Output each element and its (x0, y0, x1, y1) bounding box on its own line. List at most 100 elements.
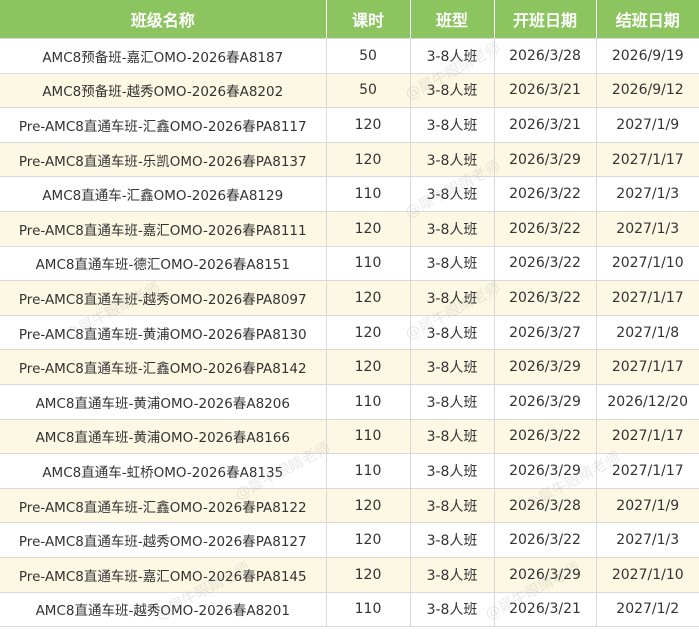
cell-class-type: 3-8人班 (410, 280, 495, 316)
table-row: AMC8直通车-汇鑫OMO-2026春A8129 110 3-8人班 2026/3/2… (0, 176, 699, 212)
cell-class-type: 3-8人班 (410, 107, 495, 143)
cell-end-date: 2027/1/3 (596, 211, 699, 247)
cell-end-date: 2027/1/10 (596, 557, 699, 593)
header-class-type: 班型 (410, 0, 495, 39)
cell-end-date: 2027/1/9 (596, 107, 699, 143)
cell-hours: 120 (326, 280, 411, 316)
table-row: Pre-AMC8直通车班-嘉汇OMO-2026春PA8111 120 3-8人班 20… (0, 211, 699, 247)
cell-start-date: 2026/3/29 (494, 453, 597, 489)
cell-start-date: 2026/3/21 (494, 73, 597, 109)
cell-start-date: 2026/3/22 (494, 246, 597, 282)
cell-start-date: 2026/3/21 (494, 592, 597, 628)
cell-class-type: 3-8人班 (410, 349, 495, 385)
cell-class-type: 3-8人班 (410, 142, 495, 178)
cell-class-type: 3-8人班 (410, 211, 495, 247)
cell-hours: 110 (326, 384, 411, 420)
cell-end-date: 2027/1/17 (596, 349, 699, 385)
table-row: AMC8直通车班-黄浦OMO-2026春A8166 110 3-8人班 2026/3/… (0, 419, 699, 455)
table-row: AMC8直通车班-黄浦OMO-2026春A8206 110 3-8人班 2026/3/… (0, 384, 699, 420)
cell-class-name: Pre-AMC8直通车班-越秀OMO-2026春PA8097 (0, 280, 327, 316)
cell-hours: 110 (326, 419, 411, 455)
cell-class-name: AMC8直通车班-德汇OMO-2026春A8151 (0, 246, 327, 282)
header-hours: 课时 (326, 0, 411, 39)
cell-end-date: 2027/1/17 (596, 419, 699, 455)
table-row: AMC8直通车班-越秀OMO-2026春A8201 110 3-8人班 2026/3/… (0, 592, 699, 628)
cell-class-name: Pre-AMC8直通车班-汇鑫OMO-2026春PA8117 (0, 107, 327, 143)
cell-class-name: Pre-AMC8直通车班-汇鑫OMO-2026春PA8142 (0, 349, 327, 385)
cell-start-date: 2026/3/28 (494, 38, 597, 74)
cell-class-type: 3-8人班 (410, 557, 495, 593)
cell-end-date: 2027/1/3 (596, 176, 699, 212)
cell-end-date: 2026/12/20 (596, 384, 699, 420)
cell-hours: 120 (326, 142, 411, 178)
table-row: AMC8预备班-越秀OMO-2026春A8202 50 3-8人班 2026/3/21… (0, 73, 699, 109)
cell-end-date: 2027/1/2 (596, 592, 699, 628)
cell-class-type: 3-8人班 (410, 246, 495, 282)
cell-hours: 110 (326, 176, 411, 212)
table-row: AMC8预备班-嘉汇OMO-2026春A8187 50 3-8人班 2026/3/28… (0, 38, 699, 74)
cell-start-date: 2026/3/22 (494, 211, 597, 247)
cell-end-date: 2027/1/17 (596, 453, 699, 489)
table-row: AMC8直通车班-德汇OMO-2026春A8151 110 3-8人班 2026/3/… (0, 246, 699, 282)
cell-class-name: AMC8直通车班-越秀OMO-2026春A8201 (0, 592, 327, 628)
cell-start-date: 2026/3/29 (494, 557, 597, 593)
cell-hours: 120 (326, 315, 411, 351)
cell-class-type: 3-8人班 (410, 176, 495, 212)
cell-class-name: AMC8预备班-越秀OMO-2026春A8202 (0, 73, 327, 109)
header-end-date: 结班日期 (596, 0, 699, 39)
cell-start-date: 2026/3/28 (494, 488, 597, 524)
cell-class-type: 3-8人班 (410, 419, 495, 455)
cell-end-date: 2027/1/17 (596, 142, 699, 178)
cell-class-name: AMC8直通车班-黄浦OMO-2026春A8166 (0, 419, 327, 455)
cell-class-type: 3-8人班 (410, 488, 495, 524)
cell-end-date: 2027/1/17 (596, 280, 699, 316)
cell-class-name: AMC8直通车-虹桥OMO-2026春A8135 (0, 453, 327, 489)
cell-class-name: Pre-AMC8直通车班-越秀OMO-2026春PA8127 (0, 522, 327, 558)
cell-class-name: Pre-AMC8直通车班-汇鑫OMO-2026春PA8122 (0, 488, 327, 524)
header-class-name: 班级名称 (0, 0, 327, 39)
table-row: Pre-AMC8直通车班-汇鑫OMO-2026春PA8117 120 3-8人班 20… (0, 107, 699, 143)
cell-end-date: 2026/9/19 (596, 38, 699, 74)
cell-hours: 120 (326, 522, 411, 558)
cell-start-date: 2026/3/29 (494, 384, 597, 420)
schedule-table-container: 班级名称 课时 班型 开班日期 结班日期 AMC8预备班-嘉汇OMO-2026春… (0, 0, 699, 634)
cell-class-type: 3-8人班 (410, 73, 495, 109)
cell-class-name: AMC8直通车班-黄浦OMO-2026春A8206 (0, 384, 327, 420)
cell-hours: 120 (326, 349, 411, 385)
table-row: Pre-AMC8直通车班-汇鑫OMO-2026春PA8142 120 3-8人班 20… (0, 349, 699, 385)
cell-start-date: 2026/3/29 (494, 142, 597, 178)
cell-hours: 120 (326, 557, 411, 593)
cell-start-date: 2026/3/29 (494, 349, 597, 385)
table-row: Pre-AMC8直通车班-越秀OMO-2026春PA8127 120 3-8人班 20… (0, 522, 699, 558)
cell-class-type: 3-8人班 (410, 384, 495, 420)
cell-end-date: 2027/1/8 (596, 315, 699, 351)
table-row: Pre-AMC8直通车班-汇鑫OMO-2026春PA8122 120 3-8人班 20… (0, 488, 699, 524)
cell-class-type: 3-8人班 (410, 592, 495, 628)
cell-start-date: 2026/3/22 (494, 522, 597, 558)
cell-start-date: 2026/3/22 (494, 280, 597, 316)
table-row: AMC8直通车-虹桥OMO-2026春A8135 110 3-8人班 2026/3/2… (0, 453, 699, 489)
table-row: Pre-AMC8直通车班-黄浦OMO-2026春PA8130 120 3-8人班 20… (0, 315, 699, 351)
cell-end-date: 2027/1/10 (596, 246, 699, 282)
table-header-row: 班级名称 课时 班型 开班日期 结班日期 (0, 0, 699, 39)
cell-end-date: 2027/1/3 (596, 522, 699, 558)
cell-start-date: 2026/3/22 (494, 176, 597, 212)
cell-class-name: AMC8预备班-嘉汇OMO-2026春A8187 (0, 38, 327, 74)
cell-start-date: 2026/3/27 (494, 315, 597, 351)
cell-end-date: 2027/1/9 (596, 488, 699, 524)
cell-end-date: 2026/9/12 (596, 73, 699, 109)
class-schedule-table: 班级名称 课时 班型 开班日期 结班日期 AMC8预备班-嘉汇OMO-2026春… (0, 0, 699, 628)
cell-class-type: 3-8人班 (410, 315, 495, 351)
cell-class-name: AMC8直通车-汇鑫OMO-2026春A8129 (0, 176, 327, 212)
cell-hours: 110 (326, 246, 411, 282)
cell-hours: 120 (326, 211, 411, 247)
table-row: Pre-AMC8直通车班-越秀OMO-2026春PA8097 120 3-8人班 20… (0, 280, 699, 316)
cell-hours: 120 (326, 488, 411, 524)
cell-hours: 120 (326, 107, 411, 143)
cell-class-type: 3-8人班 (410, 38, 495, 74)
table-body: AMC8预备班-嘉汇OMO-2026春A8187 50 3-8人班 2026/3/28… (0, 38, 699, 628)
cell-hours: 110 (326, 592, 411, 628)
cell-hours: 50 (326, 38, 411, 74)
table-row: Pre-AMC8直通车班-嘉汇OMO-2026春PA8145 120 3-8人班 20… (0, 557, 699, 593)
cell-class-type: 3-8人班 (410, 453, 495, 489)
